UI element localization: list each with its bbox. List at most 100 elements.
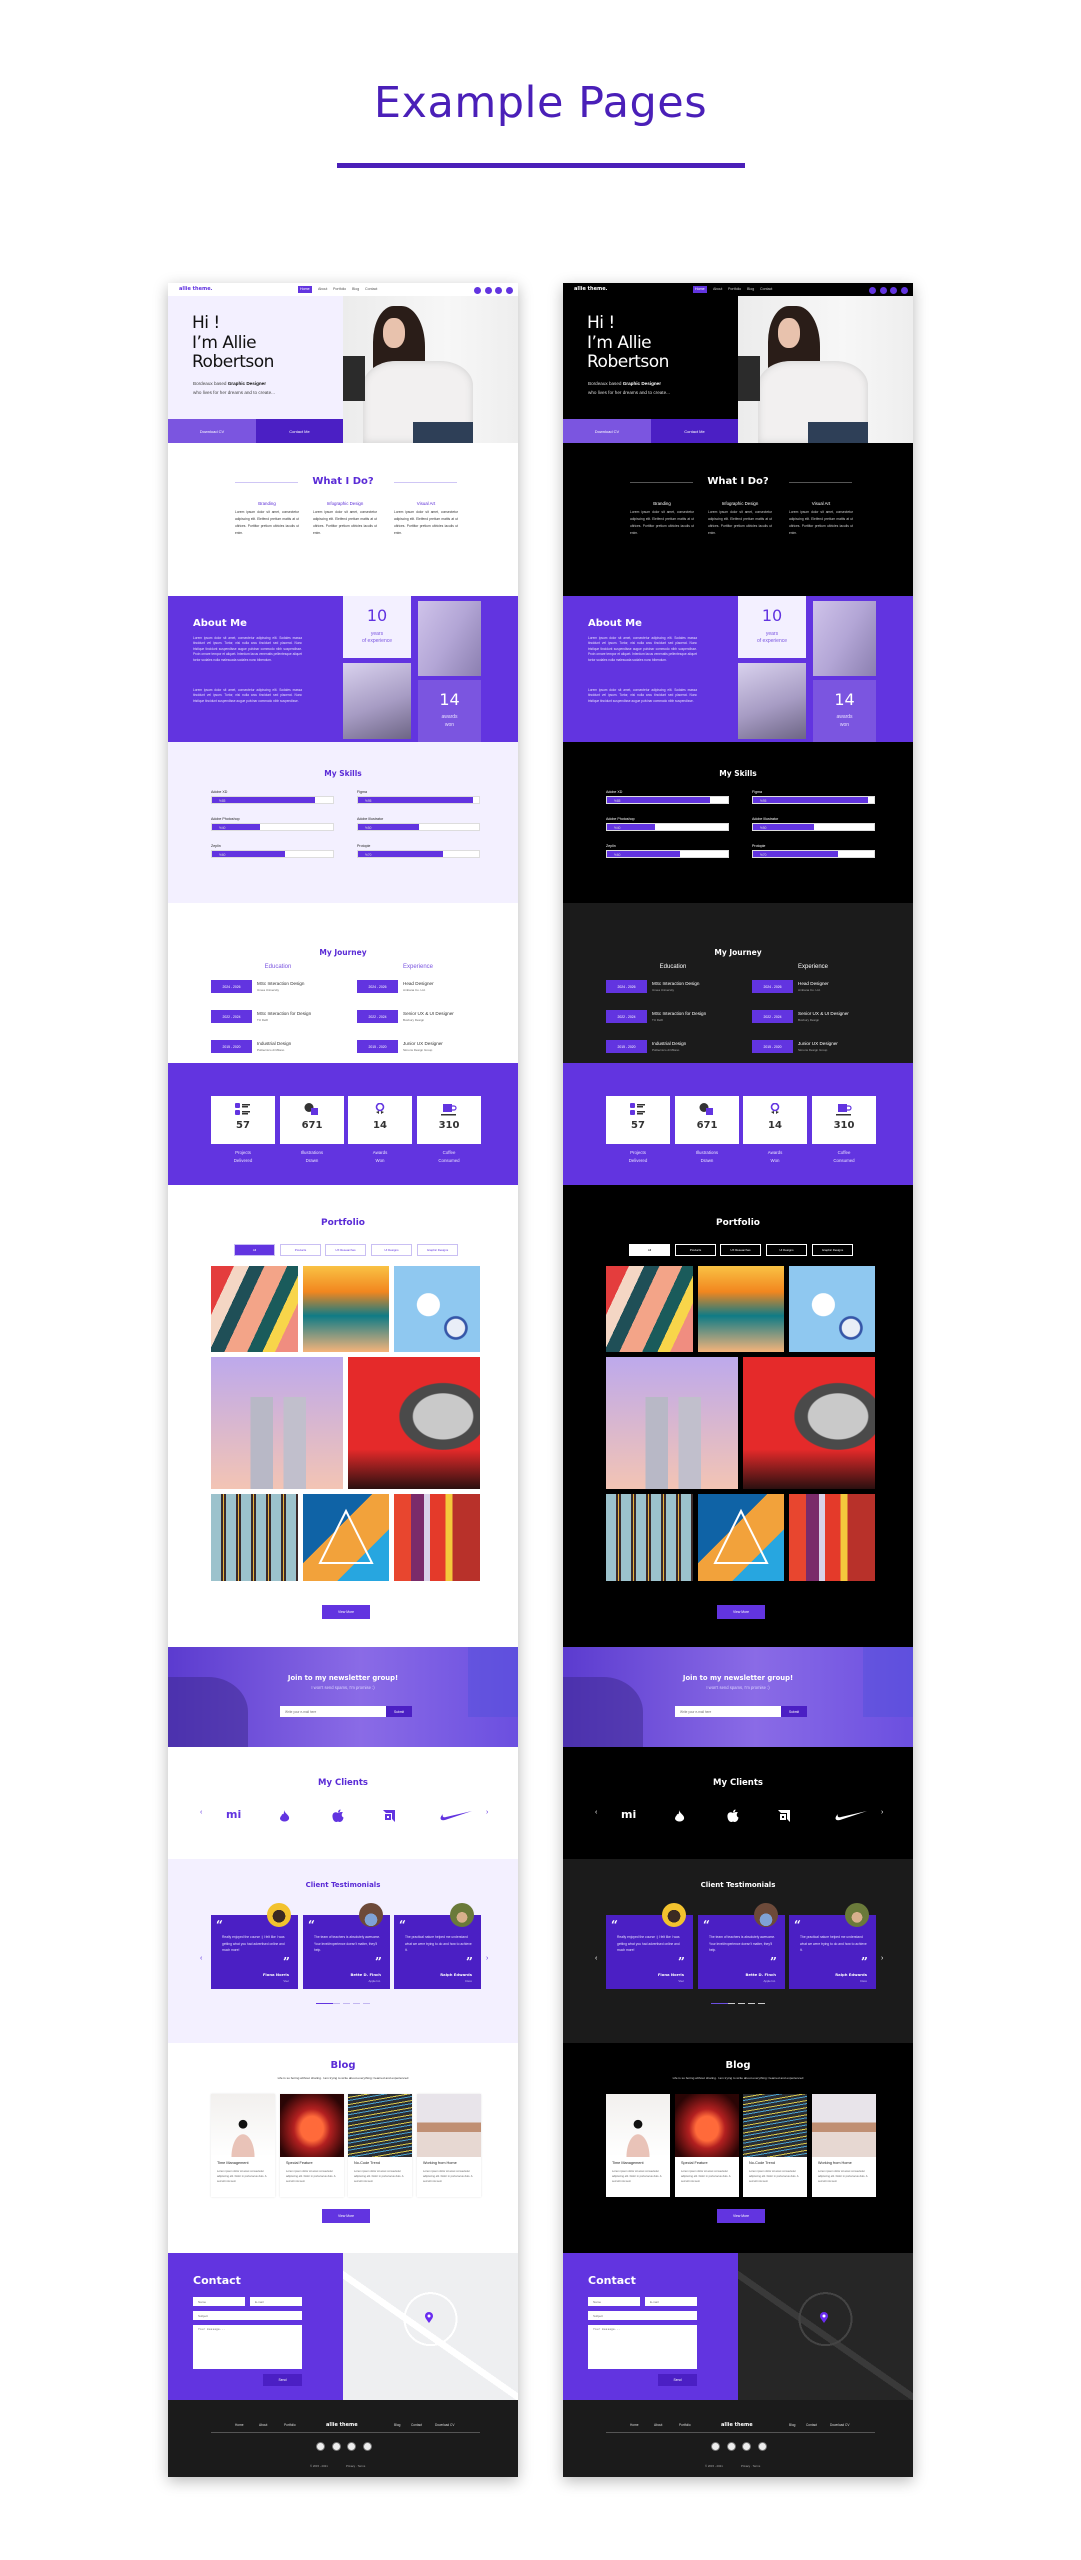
email-input[interactable]	[280, 1706, 386, 1717]
blog-card[interactable]: Working from Home Lorem ipsum dolor sit a…	[812, 2094, 876, 2197]
view-more-button[interactable]: View More	[322, 2209, 370, 2223]
chevron-left-icon[interactable]: ‹	[595, 1809, 597, 1816]
carousel-dot[interactable]	[343, 2003, 350, 2005]
chevron-left-icon[interactable]: ‹	[200, 1809, 202, 1816]
carousel-dot[interactable]	[363, 2003, 370, 2005]
nav-item-about[interactable]: About	[711, 286, 724, 293]
blog-card[interactable]: Special Feature Lorem ipsum dolor sit ame…	[675, 2094, 739, 2197]
portfolio-towers[interactable]	[606, 1357, 738, 1489]
filter-ui-designs[interactable]: UI Designs	[371, 1244, 412, 1256]
subject-field[interactable]	[193, 2311, 302, 2320]
chevron-left-icon[interactable]: ‹	[200, 1955, 202, 1962]
blog-card[interactable]: Special Feature Lorem ipsum dolor sit ame…	[280, 2094, 344, 2197]
footer-link-contact[interactable]: Contact	[411, 2423, 422, 2427]
filter-products[interactable]: Products	[280, 1244, 321, 1256]
portfolio-astronaut[interactable]	[743, 1357, 875, 1489]
footer-link-blog[interactable]: Blog	[789, 2423, 795, 2427]
linkedin-icon[interactable]	[900, 286, 908, 294]
download-cv-button[interactable]: Download CV	[563, 419, 651, 443]
pinterest-icon[interactable]	[890, 286, 897, 294]
contact-me-button[interactable]: Contact Me	[256, 419, 343, 443]
pinterest-icon[interactable]	[742, 2442, 751, 2451]
filter-ui-designs[interactable]: UI Designs	[766, 1244, 807, 1256]
submit-button[interactable]: Submit	[386, 1706, 412, 1717]
email-field[interactable]	[645, 2297, 697, 2306]
dribbble-icon[interactable]	[484, 286, 492, 294]
dribbble-icon[interactable]	[726, 2442, 736, 2451]
footer-link-home[interactable]: Home	[630, 2423, 639, 2427]
filter-products[interactable]: Products	[675, 1244, 716, 1256]
linkedin-icon[interactable]	[362, 2442, 372, 2451]
carousel-dot[interactable]	[711, 2003, 728, 2005]
contact-me-button[interactable]: Contact Me	[651, 419, 738, 443]
behance-icon[interactable]	[711, 2442, 720, 2451]
portfolio-painting[interactable]	[303, 1266, 389, 1352]
portfolio-colorful-stripes[interactable]	[789, 1494, 875, 1581]
submit-button[interactable]: Submit	[781, 1706, 807, 1717]
filter-graphic-designs[interactable]: Graphic Designs	[417, 1244, 458, 1256]
portfolio-robots[interactable]	[394, 1266, 480, 1352]
message-field[interactable]	[588, 2325, 697, 2369]
send-button[interactable]: Send	[263, 2374, 302, 2386]
footer-link-download-cv[interactable]: Download CV	[830, 2423, 850, 2427]
email-field[interactable]	[250, 2297, 302, 2306]
view-more-button[interactable]: View More	[717, 1605, 765, 1619]
behance-icon[interactable]	[869, 286, 876, 294]
footer-link-about[interactable]: About	[654, 2423, 662, 2427]
portfolio-abstract-art[interactable]	[211, 1266, 298, 1352]
footer-link-portfolio[interactable]: Portfolio	[284, 2423, 296, 2427]
nav-item-blog[interactable]: Blog	[745, 286, 756, 293]
footer-link-download-cv[interactable]: Download CV	[435, 2423, 455, 2427]
footer-policy-links[interactable]: Privacy · Terms	[741, 2464, 760, 2468]
portfolio-painting[interactable]	[698, 1266, 784, 1352]
download-cv-button[interactable]: Download CV	[168, 419, 256, 443]
blog-card[interactable]: Working from Home Lorem ipsum dolor sit a…	[417, 2094, 481, 2197]
carousel-dot[interactable]	[333, 2003, 340, 2005]
portfolio-astronaut[interactable]	[348, 1357, 480, 1489]
footer-policy-links[interactable]: Privacy · Terms	[346, 2464, 365, 2468]
footer-link-blog[interactable]: Blog	[394, 2423, 400, 2427]
portfolio-towers[interactable]	[211, 1357, 343, 1489]
carousel-dot[interactable]	[758, 2003, 765, 2005]
linkedin-icon[interactable]	[505, 286, 513, 294]
nav-item-about[interactable]: About	[316, 286, 329, 293]
nav-item-blog[interactable]: Blog	[350, 286, 361, 293]
filter-ux-researches[interactable]: UX Researches	[720, 1244, 761, 1256]
nav-item-contact[interactable]: Contact	[758, 286, 774, 293]
portfolio-robots[interactable]	[789, 1266, 875, 1352]
carousel-dot[interactable]	[748, 2003, 755, 2005]
chevron-right-icon[interactable]: ›	[881, 1809, 883, 1816]
name-field[interactable]	[588, 2297, 640, 2306]
footer-link-portfolio[interactable]: Portfolio	[679, 2423, 691, 2427]
view-more-button[interactable]: View More	[322, 1605, 370, 1619]
nav-item-portfolio[interactable]: Portfolio	[726, 286, 743, 293]
nav-item-portfolio[interactable]: Portfolio	[331, 286, 348, 293]
footer-link-home[interactable]: Home	[235, 2423, 244, 2427]
nav-item-home[interactable]: Home	[693, 286, 707, 293]
linkedin-icon[interactable]	[757, 2442, 767, 2451]
nav-item-home[interactable]: Home	[298, 286, 312, 293]
carousel-dot[interactable]	[353, 2003, 360, 2005]
pinterest-icon[interactable]	[495, 286, 502, 294]
blog-card[interactable]: No-Code Trend Lorem ipsum dolor sit amet …	[348, 2094, 412, 2197]
portfolio-building-facade[interactable]	[606, 1494, 693, 1581]
blog-card[interactable]: Time Management Lorem ipsum dolor sit ame…	[211, 2094, 275, 2197]
portfolio-building-facade[interactable]	[211, 1494, 298, 1581]
footer-link-contact[interactable]: Contact	[806, 2423, 817, 2427]
nav-item-contact[interactable]: Contact	[363, 286, 379, 293]
email-input[interactable]	[675, 1706, 781, 1717]
filter-graphic-designs[interactable]: Graphic Designs	[812, 1244, 853, 1256]
filter-ux-researches[interactable]: UX Researches	[325, 1244, 366, 1256]
chevron-left-icon[interactable]: ‹	[595, 1955, 597, 1962]
filter-all[interactable]: All	[234, 1244, 275, 1256]
subject-field[interactable]	[588, 2311, 697, 2320]
carousel-dot[interactable]	[728, 2003, 735, 2005]
blog-card[interactable]: Time Management Lorem ipsum dolor sit ame…	[606, 2094, 670, 2197]
behance-icon[interactable]	[474, 286, 481, 294]
chevron-right-icon[interactable]: ›	[486, 1955, 488, 1962]
filter-all[interactable]: All	[629, 1244, 670, 1256]
dribbble-icon[interactable]	[879, 286, 887, 294]
chevron-right-icon[interactable]: ›	[486, 1809, 488, 1816]
message-field[interactable]	[193, 2325, 302, 2369]
dribbble-icon[interactable]	[331, 2442, 341, 2451]
